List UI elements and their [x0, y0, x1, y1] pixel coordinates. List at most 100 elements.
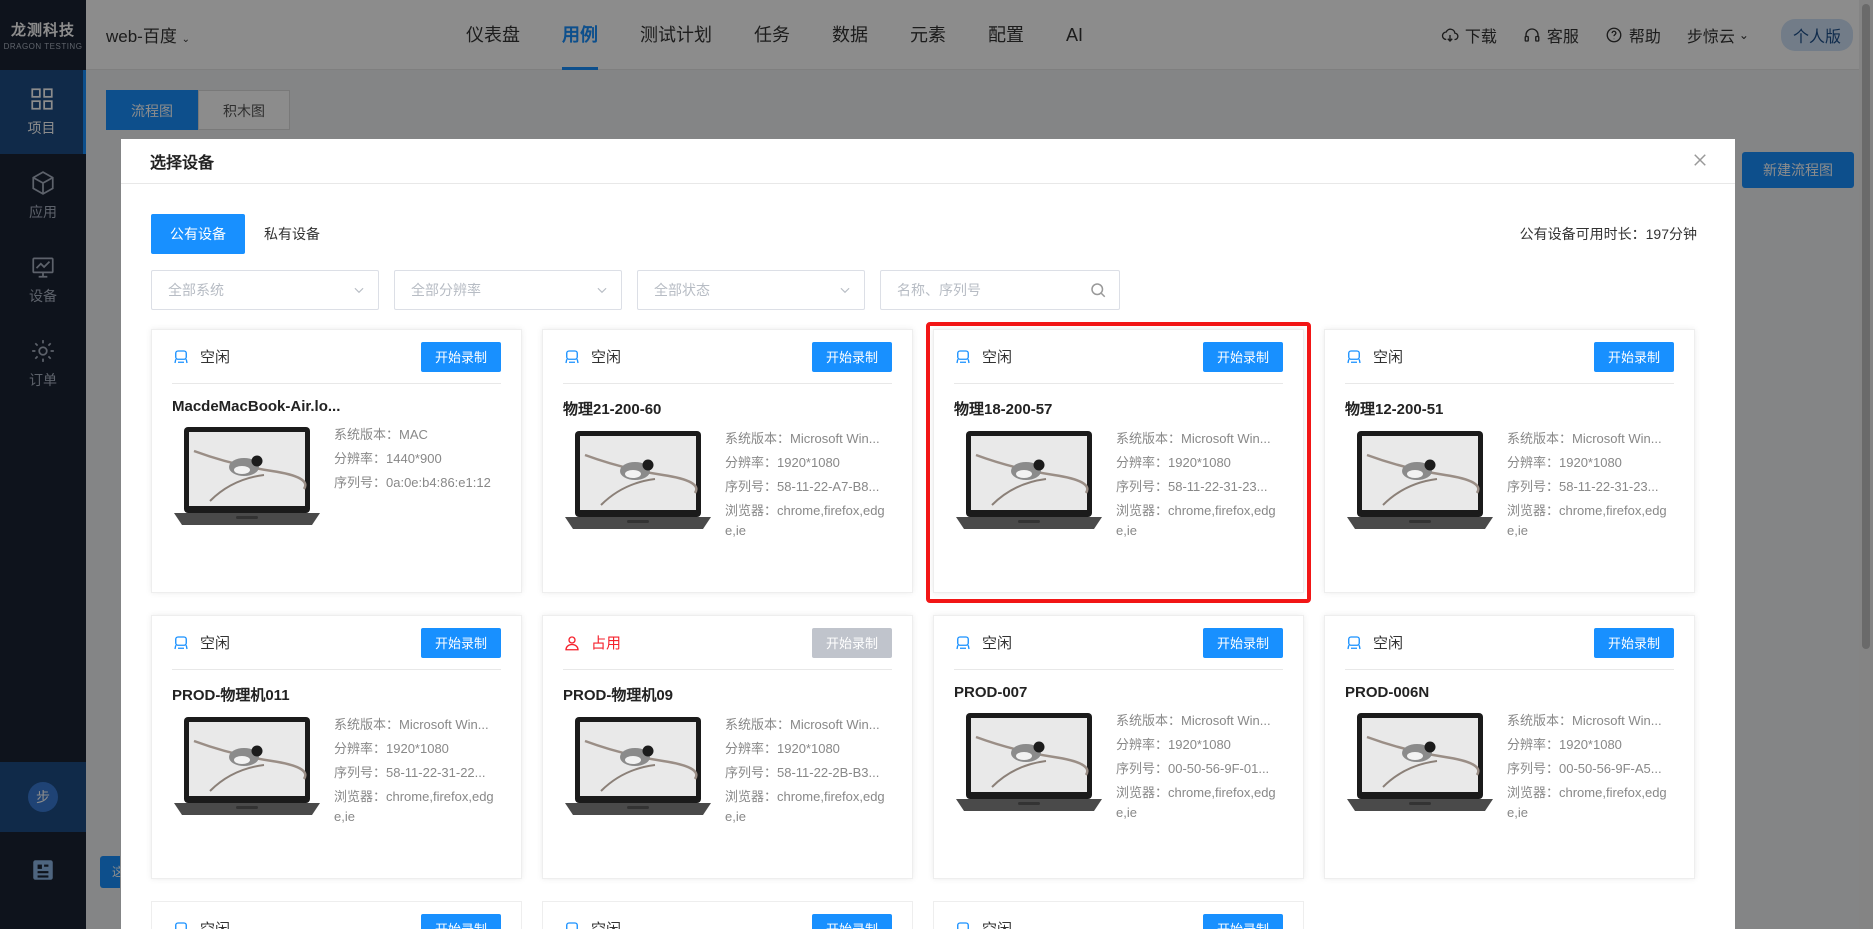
status-text: 空闲: [591, 349, 622, 366]
spec-resolution: 分辨率：1920*1080: [1116, 455, 1231, 470]
status-text: 空闲: [591, 918, 621, 929]
card-body: 系统版本：Microsoft Win... 分辨率：1920*1080 序列号：…: [1345, 709, 1674, 823]
start-record-button[interactable]: 开始录制: [812, 913, 892, 929]
laptop-image: [565, 717, 711, 815]
start-record-button[interactable]: 开始录制: [1594, 627, 1674, 658]
device-specs: 系统版本：MAC 分辨率：1440*900 序列号：0a:0e:b4:86:e1…: [334, 423, 501, 533]
card-body: 系统版本：Microsoft Win... 分辨率：1920*1080 序列号：…: [563, 713, 892, 827]
device-name: 物理12-200-51: [1345, 401, 1444, 418]
device-card: 空闲 开始录制 PROD-006N 系统版本：Microsoft Win... …: [1324, 615, 1695, 879]
start-record-button[interactable]: 开始录制: [421, 341, 501, 372]
system-select-value: 全部系统: [168, 282, 224, 298]
card-header: 空闲 开始录制: [172, 902, 501, 929]
start-record-button[interactable]: 开始录制: [1594, 341, 1674, 372]
laptop-image: [174, 427, 320, 525]
spec-resolution: 分辨率：1920*1080: [1116, 737, 1231, 752]
device-name: PROD-物理机09: [563, 687, 674, 704]
device-type-tabs: 公有设备 私有设备: [151, 214, 339, 254]
available-time: 公有设备可用时长：197分钟: [1520, 224, 1697, 244]
device-card: 空闲 开始录制 PROD-物理机011 系统版本：Microsoft Win..…: [151, 615, 522, 879]
spec-serial: 序列号：58-11-22-31-23...: [1507, 479, 1659, 494]
start-record-button[interactable]: 开始录制: [1203, 627, 1283, 658]
resolution-select[interactable]: 全部分辨率: [394, 270, 622, 310]
search-input[interactable]: 名称、序列号: [880, 270, 1120, 310]
search-icon[interactable]: [1089, 281, 1107, 299]
chevron-down-icon: [597, 287, 607, 294]
device-name: 物理21-200-60: [563, 401, 662, 418]
spec-serial: 序列号：58-11-22-31-23...: [1116, 479, 1268, 494]
start-record-button: 开始录制: [812, 627, 892, 658]
device-specs: 系统版本：Microsoft Win... 分辨率：1920*1080 序列号：…: [334, 713, 501, 827]
card-header: 空闲 开始录制: [954, 902, 1283, 929]
idle-icon: [565, 349, 579, 363]
device-name: PROD-007: [954, 684, 1028, 701]
device-specs: 系统版本：Microsoft Win... 分辨率：1920*1080 序列号：…: [1116, 709, 1283, 823]
resolution-select-value: 全部分辨率: [411, 282, 481, 298]
spec-version: 系统版本：Microsoft Win...: [1116, 431, 1271, 446]
laptop-image: [1347, 431, 1493, 529]
user-busy-icon: [565, 635, 579, 650]
status-text: 占用: [591, 635, 622, 652]
device-specs: 系统版本：Microsoft Win... 分辨率：1920*1080 序列号：…: [1507, 709, 1674, 823]
start-record-button[interactable]: 开始录制: [1203, 913, 1283, 929]
spec-version: 系统版本：Microsoft Win...: [725, 431, 880, 446]
tab-private-devices[interactable]: 私有设备: [245, 214, 339, 254]
idle-icon: [956, 635, 970, 649]
status-text: 空闲: [1373, 635, 1404, 652]
system-select[interactable]: 全部系统: [151, 270, 379, 310]
device-specs: 系统版本：Microsoft Win... 分辨率：1920*1080 序列号：…: [725, 427, 892, 541]
card-header: 空闲 开始录制: [172, 616, 501, 670]
card-header: 占用 开始录制: [563, 616, 892, 670]
card-header: 空闲 开始录制: [563, 330, 892, 384]
device-name: MacdeMacBook-Air.lo...: [172, 398, 341, 415]
device-card: 空闲 开始录制 物理21-200-60 系统版本：Microsoft Win..…: [542, 329, 913, 593]
status-text: 空闲: [200, 635, 231, 652]
device-specs: 系统版本：Microsoft Win... 分辨率：1920*1080 序列号：…: [1507, 427, 1674, 541]
laptop-image: [174, 717, 320, 815]
start-record-button[interactable]: 开始录制: [421, 627, 501, 658]
card-header: 空闲 开始录制: [954, 616, 1283, 670]
start-record-button[interactable]: 开始录制: [421, 913, 501, 929]
idle-icon: [175, 921, 187, 929]
card-body: 系统版本：Microsoft Win... 分辨率：1920*1080 序列号：…: [563, 427, 892, 541]
device-card: 占用 开始录制 PROD-物理机09 系统版本：Microsoft Win...…: [542, 615, 913, 879]
spec-serial: 序列号：00-50-56-9F-01...: [1116, 761, 1270, 776]
idle-icon: [566, 921, 578, 929]
spec-version: 系统版本：Microsoft Win...: [1116, 713, 1271, 728]
device-card: 空闲 开始录制: [542, 901, 913, 929]
status-text: 空闲: [200, 349, 231, 366]
spec-resolution: 分辨率：1920*1080: [1507, 737, 1622, 752]
laptop-image: [565, 431, 711, 529]
card-header: 空闲 开始录制: [1345, 616, 1674, 670]
card-header: 空闲 开始录制: [563, 902, 892, 929]
spec-resolution: 分辨率：1920*1080: [725, 741, 840, 756]
spec-browser: 浏览器：chrome,firefox,edge,ie: [1116, 503, 1276, 538]
device-specs: 系统版本：Microsoft Win... 分辨率：1920*1080 序列号：…: [725, 713, 892, 827]
dialog-header: 选择设备: [121, 139, 1735, 184]
filter-bar: 全部系统 全部分辨率 全部状态 名称、序列号: [151, 270, 1120, 310]
card-header: 空闲 开始录制: [1345, 330, 1674, 384]
device-name: 物理18-200-57: [954, 401, 1053, 418]
spec-version: 系统版本：MAC: [334, 427, 428, 442]
idle-icon: [1347, 635, 1361, 649]
spec-serial: 序列号：58-11-22-2B-B3...: [725, 765, 880, 780]
spec-serial: 序列号：58-11-22-A7-B8...: [725, 479, 880, 494]
close-icon[interactable]: [1691, 151, 1709, 169]
spec-resolution: 分辨率：1440*900: [334, 451, 442, 466]
status-select-value: 全部状态: [654, 282, 710, 298]
spec-version: 系统版本：Microsoft Win...: [725, 717, 880, 732]
card-body: 系统版本：Microsoft Win... 分辨率：1920*1080 序列号：…: [172, 713, 501, 827]
spec-browser: 浏览器：chrome,firefox,edge,ie: [725, 789, 885, 824]
status-select[interactable]: 全部状态: [637, 270, 865, 310]
start-record-button[interactable]: 开始录制: [1203, 341, 1283, 372]
tab-public-devices[interactable]: 公有设备: [151, 214, 245, 254]
spec-serial: 序列号：0a:0e:b4:86:e1:12: [334, 475, 491, 490]
start-record-button[interactable]: 开始录制: [812, 341, 892, 372]
spec-version: 系统版本：Microsoft Win...: [1507, 431, 1662, 446]
idle-icon: [174, 635, 188, 649]
status-text: 空闲: [1373, 349, 1404, 366]
card-header: 空闲 开始录制: [172, 330, 501, 384]
idle-icon: [174, 349, 188, 363]
chevron-down-icon: [840, 287, 850, 294]
available-label: 公有设备可用时长：: [1519, 226, 1646, 242]
